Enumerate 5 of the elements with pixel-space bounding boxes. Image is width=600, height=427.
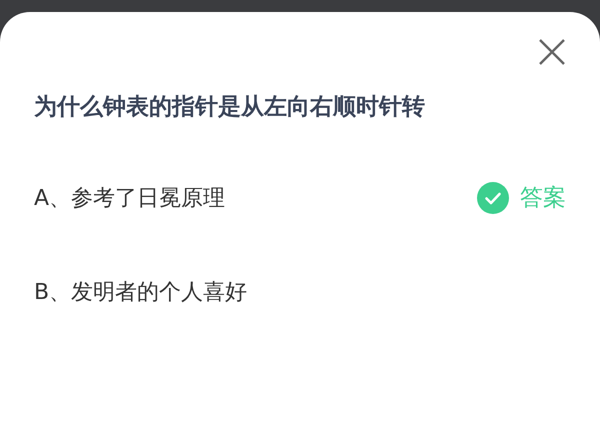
close-icon[interactable] [538,38,566,66]
answer-option[interactable]: A、参考了日冕原理 [34,182,226,214]
question-text: 为什么钟表的指针是从左向右顺时针转 [34,93,426,122]
answer-option[interactable]: B、发明者的个人喜好 [34,276,248,308]
answer-label: 答案 [520,184,566,213]
